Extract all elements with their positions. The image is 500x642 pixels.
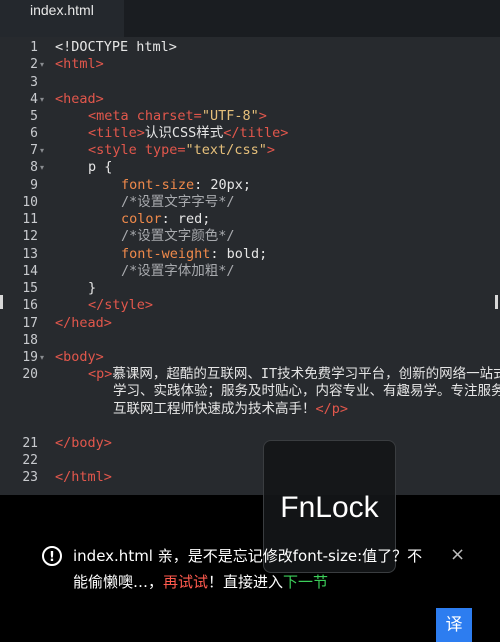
line-number: 6 bbox=[30, 126, 38, 141]
tab-index-html[interactable]: index.html bbox=[0, 0, 124, 37]
line-number: 8 bbox=[30, 160, 38, 175]
line-number: 22 bbox=[22, 453, 38, 468]
doctype: <!DOCTYPE html> bbox=[55, 39, 177, 55]
code-line-12: /*设置文字颜色*/ bbox=[121, 228, 235, 245]
code-editor[interactable]: 1 2 ▾ 3 4 ▾ 5 6 7 ▾ 8 ▾ 9 10 11 12 13 14 15 16 17 18 19 ▾ 20 21 22… bbox=[0, 37, 500, 495]
css-value: : 20px; bbox=[194, 177, 252, 193]
line-number: 7 bbox=[30, 143, 38, 158]
paragraph-text: 慕课网，超酷的互联网、IT技术免费学习平台，创新的网络一站式学习、实践体验；服务… bbox=[112, 366, 500, 417]
code-line-14: /*设置字体加粗*/ bbox=[121, 263, 235, 280]
code-line-1: <!DOCTYPE html> bbox=[55, 39, 177, 56]
hint-text-middle: ！直接进入 bbox=[208, 573, 284, 591]
p-open-tag: <p> bbox=[88, 366, 113, 382]
line-number: 17 bbox=[22, 316, 38, 331]
code-line-9: font-size: 20px; bbox=[121, 177, 251, 194]
code-line-21: </body> bbox=[55, 435, 112, 452]
hint-message: index.html 亲，是不是忘记修改font-size:值了？不能偷懒噢…，… bbox=[73, 543, 433, 595]
code-line-13: font-weight: bold; bbox=[121, 246, 267, 263]
code-line-10: /*设置文字字号*/ bbox=[121, 194, 235, 211]
css-comment: /*设置字体加粗*/ bbox=[121, 263, 235, 279]
fold-toggle-icon[interactable]: ▾ bbox=[40, 142, 48, 159]
code-line-7: <style type="text/css"> bbox=[88, 142, 275, 159]
right-resize-handle[interactable] bbox=[495, 295, 498, 309]
css-comment: /*设置文字字号*/ bbox=[121, 194, 235, 210]
line-number: 13 bbox=[22, 247, 38, 262]
next-section-link[interactable]: 下一节 bbox=[283, 573, 328, 591]
line-number: 3 bbox=[30, 75, 38, 90]
line-number: 16 bbox=[22, 298, 38, 313]
line-number: 12 bbox=[22, 229, 38, 244]
line-number: 2 bbox=[30, 57, 38, 72]
line-number: 11 bbox=[22, 212, 38, 227]
code-line-2: <html> bbox=[55, 56, 104, 73]
code-line-16: </style> bbox=[88, 297, 153, 314]
fold-toggle-icon[interactable]: ▾ bbox=[40, 159, 48, 176]
line-number: 1 bbox=[30, 40, 38, 55]
selector-p: p { bbox=[88, 159, 113, 175]
css-property: font-size bbox=[121, 177, 195, 193]
type-value: "text/css" bbox=[185, 142, 267, 158]
translate-label: 译 bbox=[445, 615, 463, 635]
code-line-20: <p>慕课网，超酷的互联网、IT技术免费学习平台，创新的网络一站式学习、实践体验… bbox=[88, 366, 500, 418]
code-line-15: } bbox=[88, 280, 96, 297]
css-value: : bold; bbox=[210, 246, 268, 262]
meta-tag: <meta bbox=[88, 108, 137, 124]
code-line-5: <meta charset="UTF-8"> bbox=[88, 108, 267, 125]
line-number: 15 bbox=[22, 281, 38, 296]
charset-value: "UTF-8" bbox=[201, 108, 259, 124]
fold-toggle-icon[interactable]: ▾ bbox=[40, 56, 48, 73]
warning-icon: ! bbox=[42, 546, 62, 566]
html-open-tag: <html> bbox=[55, 56, 104, 72]
line-number: 18 bbox=[22, 333, 38, 348]
translate-button[interactable]: 译 bbox=[436, 608, 472, 642]
fold-toggle-icon[interactable]: ▾ bbox=[40, 349, 48, 366]
style-close-tag: </style> bbox=[88, 297, 154, 313]
code-line-23: </html> bbox=[55, 469, 112, 486]
html-close-tag: </html> bbox=[55, 469, 112, 485]
body-open-tag: <body> bbox=[55, 349, 104, 365]
p-close-tag: </p> bbox=[315, 400, 349, 417]
line-number: 14 bbox=[22, 264, 38, 279]
close-icon[interactable]: × bbox=[450, 545, 466, 565]
line-number-gutter: 1 2 ▾ 3 4 ▾ 5 6 7 ▾ 8 ▾ 9 10 11 12 13 14 15 16 17 18 19 ▾ 20 21 22… bbox=[0, 37, 48, 495]
line-number: 21 bbox=[22, 436, 38, 451]
code-line-17: </head> bbox=[55, 315, 112, 332]
left-resize-handle[interactable] bbox=[0, 295, 3, 309]
line-number: 5 bbox=[30, 109, 38, 124]
code-line-11: color: red; bbox=[121, 211, 210, 228]
line-number: 23 bbox=[22, 470, 38, 485]
code-line-6: <title>认识CSS样式</title> bbox=[88, 125, 288, 142]
tab-bar: index.html bbox=[0, 0, 500, 37]
charset-attr: charset= bbox=[136, 108, 202, 124]
head-close-tag: </head> bbox=[55, 315, 112, 331]
line-number: 19 bbox=[22, 350, 38, 365]
css-property: color bbox=[121, 211, 162, 227]
tag-close: > bbox=[258, 108, 267, 124]
code-line-8: p { bbox=[88, 159, 112, 176]
code-line-19: <body> bbox=[55, 349, 104, 366]
tab-label: index.html bbox=[30, 2, 94, 18]
head-open-tag: <head> bbox=[55, 91, 104, 107]
line-number: 4 bbox=[30, 92, 38, 107]
body-close-tag: </body> bbox=[55, 435, 112, 451]
brace-close: } bbox=[88, 280, 97, 296]
css-property: font-weight bbox=[121, 246, 211, 262]
title-close-tag: </title> bbox=[223, 125, 289, 141]
title-text: 认识CSS样式 bbox=[144, 125, 224, 141]
line-number: 9 bbox=[30, 178, 38, 193]
line-number: 10 bbox=[22, 195, 38, 210]
title-open-tag: <title> bbox=[88, 125, 145, 141]
code-line-4: <head> bbox=[55, 91, 104, 108]
fnlock-label: FnLock bbox=[280, 491, 379, 524]
type-attr: type= bbox=[144, 142, 186, 158]
css-comment: /*设置文字颜色*/ bbox=[121, 228, 235, 244]
fold-toggle-icon[interactable]: ▾ bbox=[40, 91, 48, 108]
tag-close: > bbox=[266, 142, 275, 158]
style-open-tag: <style bbox=[88, 142, 145, 158]
line-number: 20 bbox=[22, 367, 38, 382]
css-value: : red; bbox=[161, 211, 211, 227]
retry-link[interactable]: 再试试 bbox=[163, 573, 208, 591]
